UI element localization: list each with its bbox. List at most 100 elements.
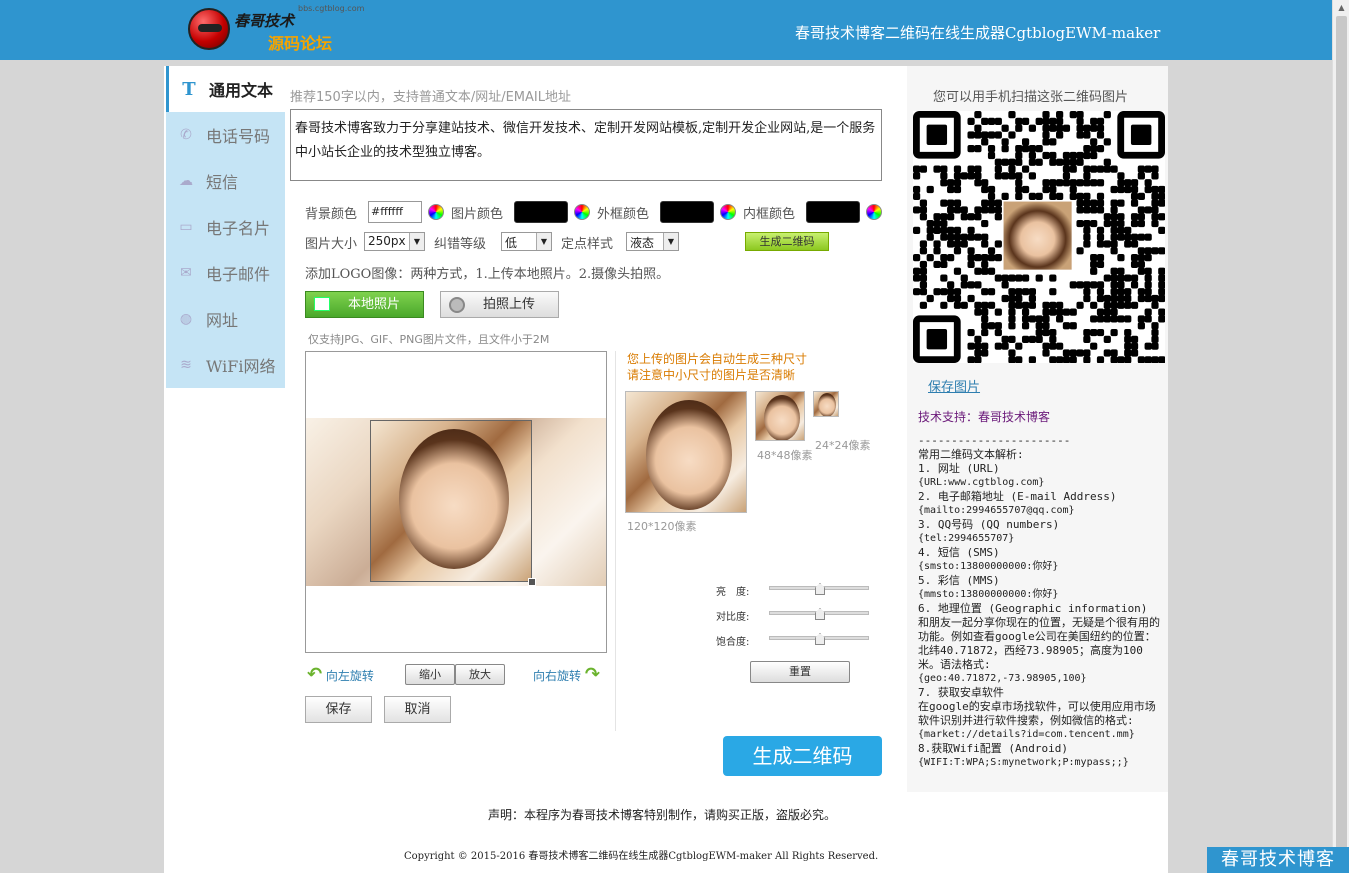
qr-module — [1015, 301, 1023, 309]
qr-module — [1117, 254, 1125, 262]
qr-module — [1042, 111, 1050, 119]
dot-style-select[interactable]: 液态 ▼ — [626, 232, 679, 251]
qr-module — [1008, 158, 1016, 166]
size-select[interactable]: 250px ▼ — [364, 232, 425, 251]
qr-module — [1049, 117, 1057, 126]
ecc-select[interactable]: 低 ▼ — [501, 232, 552, 251]
footer-declaration: 声明：本程序为春哥技术博客特别制作，请购买正版，盗版必究。 — [488, 808, 837, 822]
sidebar-item-email[interactable]: ✉ 电子邮件 — [166, 250, 285, 296]
qr-module — [940, 199, 948, 207]
qr-module — [940, 172, 948, 180]
qr-module — [933, 240, 941, 248]
zoom-in-button[interactable]: 放大 — [455, 664, 505, 685]
qr-module — [1130, 233, 1139, 241]
crop-selection[interactable] — [370, 420, 532, 582]
qr-module — [1069, 185, 1077, 194]
qr-module — [1090, 267, 1098, 275]
qr-module — [981, 254, 989, 262]
qr-module — [1124, 356, 1132, 364]
qr-module — [1151, 294, 1159, 303]
qr-module — [1151, 172, 1159, 180]
color-wheel-icon[interactable] — [720, 204, 736, 220]
qr-module — [1137, 233, 1145, 241]
footer-copyright: Copyright © 2015-2016 春哥技术博客二维码在线生成器Cgtb… — [404, 851, 879, 862]
logo-hint: 添加LOGO图像：两种方式，1.上传本地照片。2.摄像头拍照。 — [305, 267, 670, 282]
sidebar-item-wifi[interactable]: ≋ WiFi网络 — [166, 342, 285, 388]
local-photo-button[interactable]: 本地照片 — [305, 291, 424, 318]
scrollbar-thumb[interactable] — [1336, 16, 1347, 852]
guide-divider: ----------------------- — [918, 434, 1071, 447]
camera-upload-button[interactable]: 拍照上传 — [440, 291, 559, 318]
qr-module — [940, 260, 948, 269]
qr-finder-center — [926, 124, 948, 146]
sidebar-item-url[interactable]: ◍ 网址 — [166, 296, 285, 342]
sidebar-item-vcard[interactable]: ▭ 电子名片 — [166, 204, 285, 250]
qr-module — [1117, 172, 1125, 180]
inner-color-swatch[interactable] — [806, 201, 860, 223]
outer-color-swatch[interactable] — [660, 201, 714, 223]
qr-module — [1130, 281, 1139, 289]
color-wheel-icon[interactable] — [866, 204, 882, 220]
qr-module — [1090, 179, 1098, 187]
qr-module — [947, 294, 955, 303]
brightness-slider[interactable] — [769, 583, 869, 595]
qr-module — [1103, 240, 1111, 248]
content-textarea[interactable]: 春哥技术博客致力于分享建站技术、微信开发技术、定制开发网站模板,定制开发企业网站… — [290, 109, 882, 181]
qr-module — [1090, 138, 1098, 146]
resize-handle[interactable] — [528, 578, 536, 586]
save-button[interactable]: 保存 — [305, 696, 372, 723]
qr-module — [919, 213, 928, 221]
rotate-right-button[interactable]: 向右旋转 ↷ — [533, 664, 600, 685]
qr-module — [974, 179, 982, 187]
qr-module — [940, 254, 948, 262]
vertical-scrollbar[interactable]: ▲ ▼ — [1332, 0, 1349, 873]
qr-module — [981, 301, 989, 309]
qr-module — [994, 322, 1002, 330]
save-image-link[interactable]: 保存图片 — [928, 376, 980, 395]
sidebar-item-sms[interactable]: ☁ 短信 — [166, 158, 285, 204]
saturation-slider[interactable] — [769, 633, 869, 645]
qr-module — [1144, 308, 1152, 316]
qr-module — [1083, 226, 1091, 234]
cancel-button[interactable]: 取消 — [384, 696, 451, 723]
generate-qr-small-button[interactable]: 生成二维码 — [745, 232, 829, 251]
generate-qr-button[interactable]: 生成二维码 — [723, 736, 882, 776]
qr-module — [1008, 301, 1016, 309]
qr-module — [1076, 158, 1084, 166]
qr-module — [1001, 281, 1009, 289]
color-wheel-icon[interactable] — [574, 204, 590, 220]
qr-module — [1130, 274, 1139, 282]
qr-module — [981, 260, 989, 269]
qr-module — [1096, 308, 1105, 316]
qr-module — [1110, 308, 1118, 316]
qr-module — [1083, 281, 1091, 289]
reset-button[interactable]: 重置 — [750, 661, 850, 683]
scroll-up-icon[interactable]: ▲ — [1333, 0, 1349, 16]
qr-module — [1117, 226, 1125, 234]
qr-module — [1090, 328, 1098, 337]
bg-color-input[interactable]: #ffffff — [368, 201, 422, 223]
qr-module — [974, 349, 982, 357]
qr-module — [1083, 131, 1091, 139]
qr-module — [1076, 131, 1084, 139]
guide-item-desc: 在google的安卓市场找软件，可以使用应用市场软件识别并进行软件搜索，例如微信… — [918, 700, 1156, 727]
qr-module — [981, 328, 989, 337]
qr-module — [1137, 260, 1145, 269]
contrast-slider[interactable] — [769, 608, 869, 620]
sidebar-item-phone[interactable]: ✆ 电话号码 — [166, 112, 285, 158]
qr-module — [1008, 274, 1016, 282]
qr-module — [1103, 158, 1111, 166]
color-wheel-icon[interactable] — [428, 204, 444, 220]
rotate-left-button[interactable]: ↶ 向左旋转 — [307, 664, 374, 685]
sidebar-item-text[interactable]: T 通用文本 — [166, 66, 285, 112]
qr-module — [994, 172, 1002, 180]
qr-module — [1096, 179, 1105, 187]
img-color-swatch[interactable] — [514, 201, 568, 223]
zoom-out-button[interactable]: 缩小 — [405, 664, 455, 685]
qr-module — [1130, 342, 1139, 350]
qr-module — [926, 219, 934, 228]
qr-module — [947, 254, 955, 262]
site-logo[interactable]: 春哥技术 源码论坛 bbs.cgtblog.com — [186, 4, 366, 54]
qr-module — [940, 179, 948, 187]
crop-area[interactable] — [305, 351, 607, 653]
